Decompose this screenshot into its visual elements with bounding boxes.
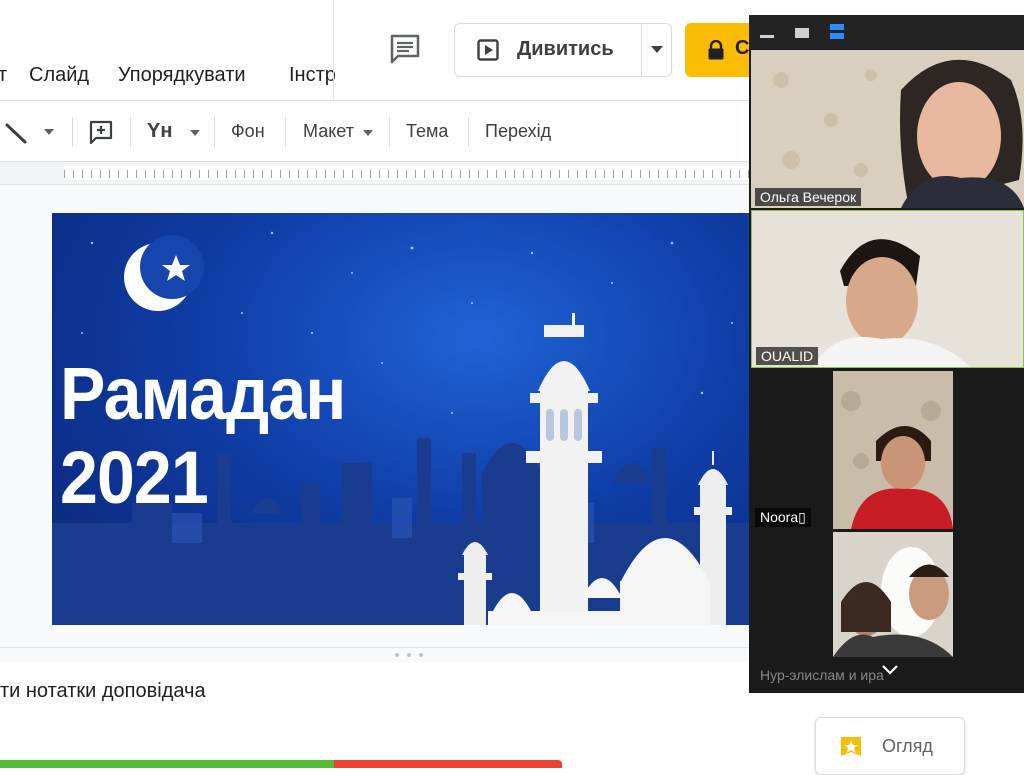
participant-tile-active-speaker[interactable]: OUALID (751, 210, 1024, 368)
participant-tile[interactable]: Noora▯ (751, 371, 1024, 529)
gallery-view-icon[interactable] (830, 24, 844, 30)
participant-name: Noora▯ (755, 508, 811, 527)
toolbar: Yн Фон Макет Тема Перехід (0, 100, 760, 162)
transition-button[interactable]: Перехід (485, 121, 551, 142)
present-label: Дивитись (517, 38, 614, 60)
chevron-down-icon[interactable] (651, 46, 663, 53)
handle-dot (419, 653, 423, 657)
menu-item-arrange[interactable]: Упорядкувати (118, 64, 246, 87)
font-style-button[interactable]: Yн (147, 120, 172, 143)
play-icon (477, 39, 499, 61)
toolbar-divider (72, 117, 73, 147)
theme-button[interactable]: Тема (406, 121, 448, 142)
participant-name: Ольга Вечерок (755, 188, 862, 206)
menu-item-tools[interactable]: Інстр (289, 64, 336, 87)
chevron-down-icon[interactable] (881, 664, 899, 676)
ruler (0, 162, 760, 185)
video-panel-titlebar (749, 15, 1024, 49)
minimize-icon[interactable] (760, 35, 774, 38)
explore-label: Огляд (882, 736, 933, 756)
participant-video (751, 371, 1024, 529)
toolbar-divider (130, 117, 131, 147)
present-button[interactable]: Дивитись (454, 23, 672, 77)
progress-bar-red (334, 760, 562, 768)
toolbar-divider (214, 117, 215, 147)
layout-chevron-icon[interactable] (363, 130, 373, 136)
gallery-view-icon-part (830, 33, 844, 39)
notes-resize-handle[interactable] (0, 647, 760, 662)
speaker-notes-input[interactable]: ти нотатки доповідача (0, 680, 206, 703)
participant-video (751, 50, 1024, 208)
participant-name: OUALID (756, 347, 819, 365)
progress-bar-green (0, 760, 334, 768)
explore-button[interactable]: Огляд (815, 717, 965, 775)
menu-item-format[interactable]: т (0, 64, 7, 87)
explore-icon (841, 737, 861, 756)
window-icon[interactable] (795, 28, 809, 38)
handle-dot (395, 653, 399, 657)
handle-dot (407, 653, 411, 657)
slide-subtitle: 2021 (60, 436, 209, 519)
participant-tile[interactable]: Ольга Вечерок (751, 50, 1024, 208)
toolbar-divider (468, 117, 469, 147)
present-split-divider (641, 24, 642, 76)
participant-name: Нур-элислам и ира (760, 667, 884, 683)
share-label: С (735, 37, 750, 59)
ruler-scale (64, 166, 760, 180)
font-style-chevron-icon[interactable] (190, 130, 200, 136)
line-tool-chevron-icon[interactable] (44, 129, 54, 135)
lock-icon (708, 40, 724, 60)
slide-title: Рамадан (60, 352, 346, 435)
header-divider (333, 0, 334, 100)
participant-tile[interactable]: Нур-элислам и ира (751, 532, 1024, 690)
toolbar-divider (389, 117, 390, 147)
layout-button[interactable]: Макет (303, 121, 354, 142)
menu-item-slide[interactable]: Слайд (29, 64, 89, 87)
line-tool-icon[interactable] (4, 121, 28, 145)
comment-icon[interactable] (388, 32, 422, 66)
background-button[interactable]: Фон (231, 121, 265, 142)
video-call-panel: Ольга Вечерок OUALID Noora▯ Нур-элислам … (749, 15, 1024, 693)
slide[interactable]: Рамадан 2021 (52, 213, 760, 625)
toolbar-divider (285, 117, 286, 147)
participant-video (752, 211, 1023, 367)
add-comment-icon[interactable] (89, 120, 113, 144)
